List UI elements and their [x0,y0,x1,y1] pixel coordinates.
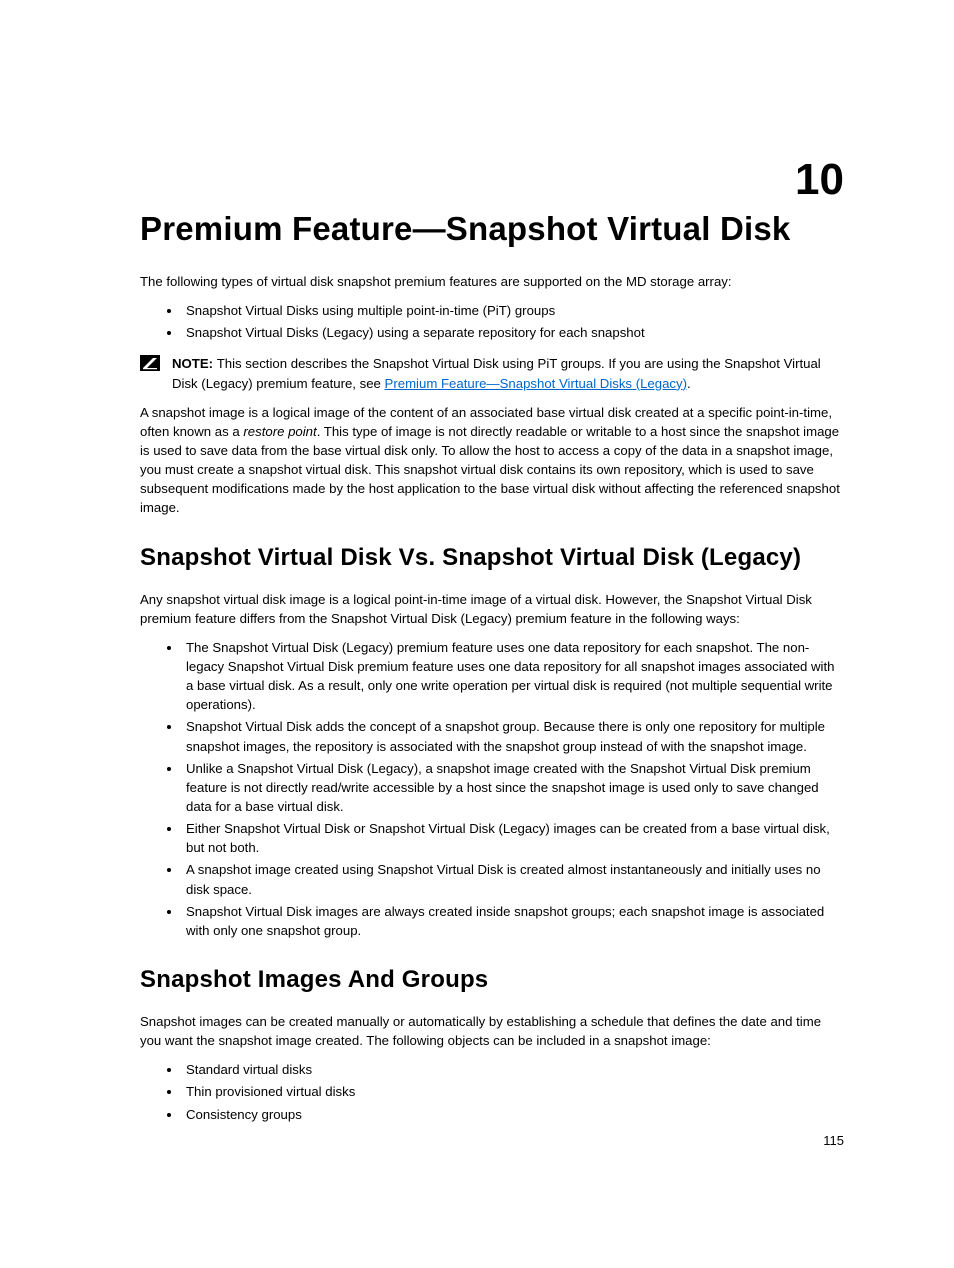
section2-paragraph: Snapshot images can be created manually … [140,1012,844,1050]
para-italic: restore point [243,424,316,439]
chapter-number: 10 [795,155,844,205]
list-item: Either Snapshot Virtual Disk or Snapshot… [182,819,844,857]
list-item: Standard virtual disks [182,1060,844,1079]
note-icon [140,355,160,371]
page-number: 115 [823,1133,844,1148]
document-page: 10 Premium Feature—Snapshot Virtual Disk… [0,0,954,1268]
list-item: Snapshot Virtual Disks (Legacy) using a … [182,323,844,342]
list-item: Consistency groups [182,1105,844,1124]
section-heading-images-groups: Snapshot Images And Groups [140,966,844,994]
note-body-post: . [687,376,691,391]
note-label: NOTE: [172,356,217,371]
section1-paragraph: Any snapshot virtual disk image is a log… [140,590,844,628]
list-item: Snapshot Virtual Disks using multiple po… [182,301,844,320]
list-item: Snapshot Virtual Disk images are always … [182,902,844,940]
list-item: The Snapshot Virtual Disk (Legacy) premi… [182,638,844,715]
section1-bullet-list: The Snapshot Virtual Disk (Legacy) premi… [140,638,844,940]
intro-bullet-list: Snapshot Virtual Disks using multiple po… [140,301,844,342]
section2-bullet-list: Standard virtual disks Thin provisioned … [140,1060,844,1123]
section-heading-comparison: Snapshot Virtual Disk Vs. Snapshot Virtu… [140,544,844,572]
list-item: A snapshot image created using Snapshot … [182,860,844,898]
note-text: NOTE: This section describes the Snapsho… [172,354,844,392]
list-item: Thin provisioned virtual disks [182,1082,844,1101]
note-link[interactable]: Premium Feature—Snapshot Virtual Disks (… [385,376,687,391]
note-block: NOTE: This section describes the Snapsho… [140,354,844,392]
body-paragraph: A snapshot image is a logical image of t… [140,403,844,518]
list-item: Snapshot Virtual Disk adds the concept o… [182,717,844,755]
intro-paragraph: The following types of virtual disk snap… [140,272,844,291]
page-title: Premium Feature—Snapshot Virtual Disk [140,210,844,248]
list-item: Unlike a Snapshot Virtual Disk (Legacy),… [182,759,844,816]
